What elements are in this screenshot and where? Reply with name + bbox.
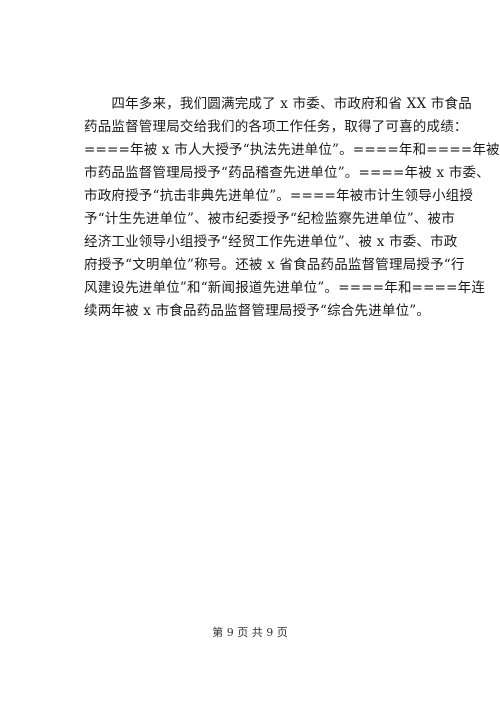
paragraph-line: ====年被 x 市人大授予“执法先进单位”。====年和====年被 x [84,142,500,158]
paragraph-line: 府授予“文明单位”称号。还被 x 省食品药品监督管理局授予“行 [84,257,465,273]
paragraph-line: 续两年被 x 市食品药品监督管理局授予“综合先进单位”。 [84,303,431,319]
paragraph-line: 四年多来，我们圆满完成了 x 市委、市政府和省 XX 市食品 [84,96,472,112]
body-paragraph: 四年多来，我们圆满完成了 x 市委、市政府和省 XX 市食品 药品监督管理局交给… [84,93,500,323]
paragraph-line: 药品监督管理局交给我们的各项工作任务，取得了可喜的成绩： [84,119,468,135]
paragraph-line: 市药品监督管理局授予“药品稽查先进单位”。====年被 x 市委、 [84,165,490,181]
paragraph-line: 风建设先进单位”和“新闻报道先进单位”。====年和====年连 [84,280,486,296]
paragraph-line: 市政府授予“抗击非典先进单位”。====年被市计生领导小组授 [84,188,474,204]
paragraph-line: 予“计生先进单位”、被市纪委授予“纪检监察先进单位”、被市 [84,211,455,227]
paragraph-line: 经济工业领导小组授予“经贸工作先进单位”、被 x 市委、市政 [84,234,458,250]
document-page: 四年多来，我们圆满完成了 x 市委、市政府和省 XX 市食品 药品监督管理局交给… [0,0,500,707]
page-number-footer: 第 9 页 共 9 页 [212,626,288,639]
